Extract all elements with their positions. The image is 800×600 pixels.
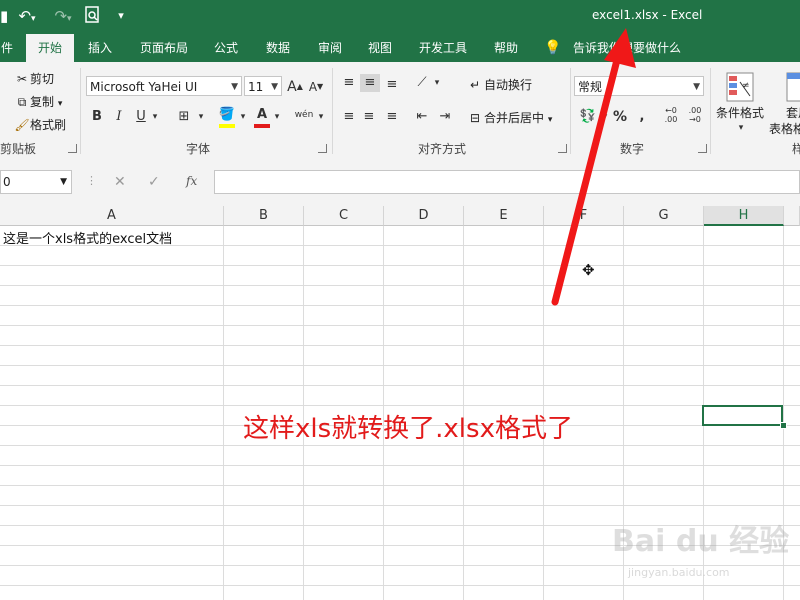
annotation-text: 这样xls就转换了.xlsx格式了 (243, 414, 573, 444)
baidu-watermark-url: jingyan.baidu.com (628, 566, 730, 579)
annotation-arrow (551, 28, 636, 306)
baidu-watermark: Bai du 经验 (612, 524, 790, 559)
